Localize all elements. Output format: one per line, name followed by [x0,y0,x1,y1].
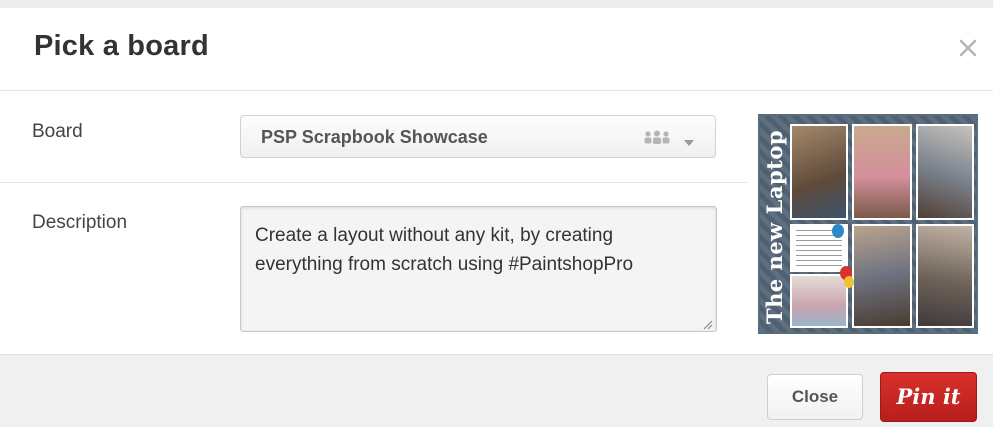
preview-photo [852,124,912,220]
preview-photo [790,124,848,220]
preview-photo [790,274,848,328]
close-dialog-icon[interactable] [956,36,980,60]
dialog-footer: Close Pin it [0,354,993,427]
preview-photo [916,224,974,328]
balloon-icon [832,224,844,238]
preview-photo [916,124,974,220]
board-label: Board [32,121,83,142]
preview-photo [852,224,912,328]
description-textarea[interactable]: Create a layout without any kit, by crea… [240,206,717,332]
chevron-down-icon [684,134,694,152]
dialog-top-edge [0,0,993,8]
preview-title-text: The new Laptop [762,129,787,325]
board-selected-value: PSP Scrapbook Showcase [261,127,488,147]
balloon-icon [844,276,854,288]
header-divider [0,90,993,91]
close-button[interactable]: Close [767,374,863,420]
group-board-icon [643,130,671,149]
description-label: Description [32,212,128,233]
dialog-title: Pick a board [34,30,209,62]
board-select[interactable]: PSP Scrapbook Showcase [240,115,716,158]
pin-it-button[interactable]: Pin it [880,372,977,422]
row-divider [0,182,748,183]
resize-handle-icon[interactable] [702,317,713,335]
pin-image-preview: The new Laptop [758,114,978,334]
